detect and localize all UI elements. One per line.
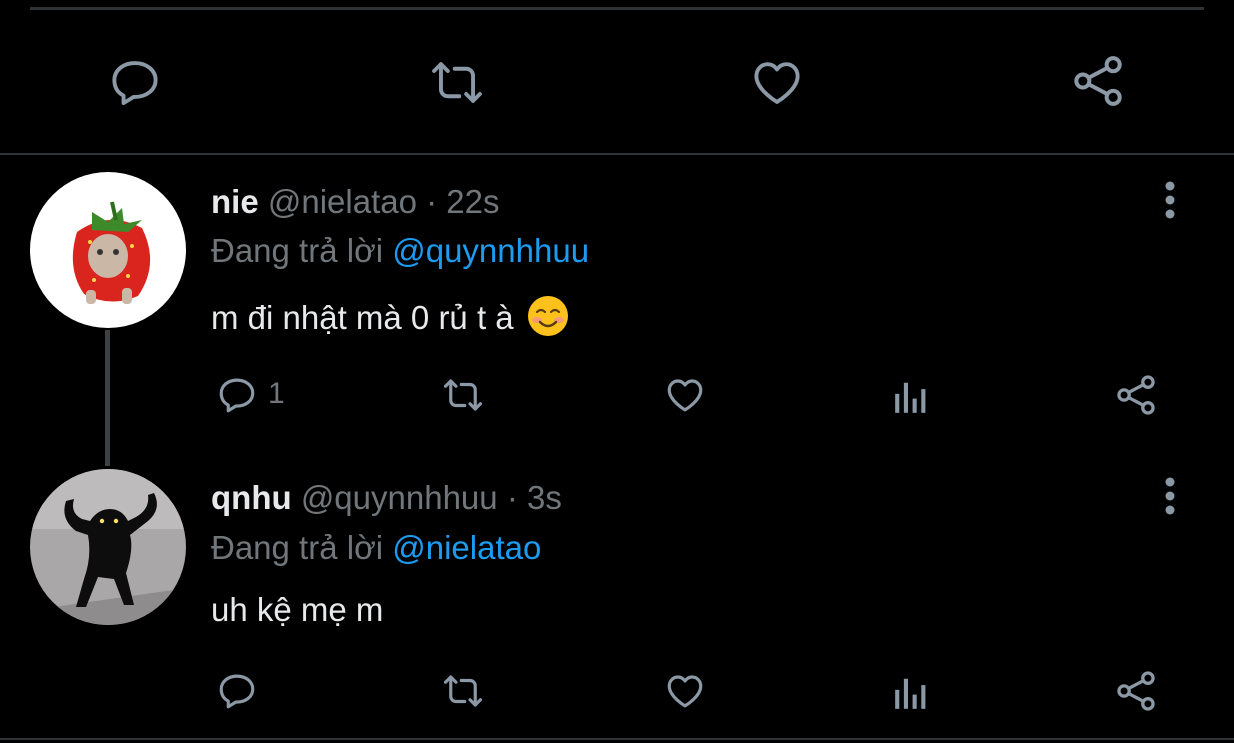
more-icon[interactable] — [1160, 476, 1180, 516]
display-name[interactable]: nie — [211, 183, 259, 220]
like-icon[interactable] — [663, 670, 707, 712]
username[interactable]: @quynnhhuu — [301, 479, 498, 516]
mention-link[interactable]: @nielatao — [392, 529, 541, 566]
avatar[interactable] — [30, 469, 186, 625]
top-divider — [30, 7, 1204, 10]
tweet-body: m đi nhật mà 0 rủ t à — [211, 299, 514, 336]
reply-icon[interactable] — [215, 374, 259, 416]
section-divider — [0, 153, 1234, 155]
strawberry-cat-avatar — [30, 172, 186, 328]
like-icon[interactable] — [663, 374, 707, 416]
more-icon[interactable] — [1160, 180, 1180, 220]
tweet-body: uh kệ mẹ m — [211, 591, 384, 628]
username[interactable]: @nielatao — [268, 183, 417, 220]
avatar[interactable] — [30, 172, 186, 328]
timestamp: · 3s — [506, 479, 562, 516]
display-name[interactable]: qnhu — [211, 479, 292, 516]
smiling-blush-emoji — [527, 295, 569, 337]
timestamp: · 22s — [426, 183, 500, 220]
replying-prefix: Đang trả lời — [211, 232, 384, 269]
replying-prefix: Đang trả lời — [211, 529, 384, 566]
share-icon[interactable] — [1070, 52, 1126, 110]
main-tweet-action-bar — [0, 40, 1234, 122]
tweet-text: m đi nhật mà 0 rủ t à — [211, 295, 569, 338]
share-icon[interactable] — [1114, 668, 1158, 714]
share-icon[interactable] — [1114, 372, 1158, 418]
retweet-icon[interactable] — [438, 670, 488, 712]
views-icon[interactable] — [891, 674, 931, 712]
reply-icon[interactable] — [215, 670, 259, 712]
views-icon[interactable] — [891, 378, 931, 416]
tweet-actions — [0, 664, 1234, 720]
tweet-header: qnhu @quynnhhuu · 3s — [211, 478, 562, 518]
replying-to: Đang trả lời @nielatao — [211, 528, 541, 568]
bottom-divider — [0, 738, 1234, 740]
replying-to: Đang trả lời @quynnhhuu — [211, 231, 589, 271]
like-icon[interactable] — [749, 55, 805, 110]
reply-icon[interactable] — [106, 55, 164, 110]
reply-count: 1 — [268, 377, 285, 410]
mention-link[interactable]: @quynnhhuu — [392, 232, 589, 269]
retweet-icon[interactable] — [424, 55, 490, 110]
tweet-text: uh kệ mẹ m — [211, 590, 383, 630]
tweet-header: nie @nielatao · 22s — [211, 182, 500, 222]
tweet-actions: 1 — [0, 368, 1234, 424]
retweet-icon[interactable] — [438, 374, 488, 416]
black-cat-avatar — [30, 469, 186, 625]
